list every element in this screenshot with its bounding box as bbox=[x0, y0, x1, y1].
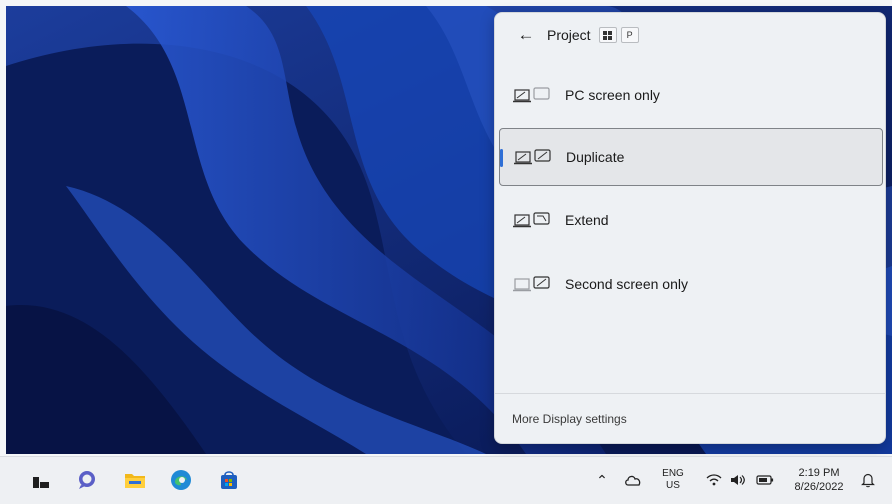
onedrive-icon[interactable] bbox=[622, 465, 644, 495]
windows-key-icon bbox=[598, 27, 617, 43]
clock-time: 2:19 PM bbox=[798, 467, 840, 479]
store-icon[interactable] bbox=[216, 467, 242, 493]
language-region: US bbox=[666, 480, 680, 491]
file-explorer-icon[interactable] bbox=[122, 467, 148, 493]
option-label: Second screen only bbox=[565, 276, 688, 292]
flyout-footer: More Display settings bbox=[495, 393, 885, 443]
start-icon[interactable] bbox=[28, 467, 54, 493]
pc-screen-only-icon bbox=[513, 87, 550, 103]
project-flyout: ← Project P PC screen only Duplicate Ext… bbox=[494, 12, 886, 444]
option-label: Extend bbox=[565, 212, 609, 228]
extend-icon bbox=[513, 212, 550, 228]
flyout-title: Project bbox=[547, 27, 591, 43]
option-second-screen-only[interactable]: Second screen only bbox=[499, 255, 883, 313]
language-code: ENG bbox=[662, 468, 684, 479]
back-arrow-icon[interactable]: ← bbox=[515, 24, 537, 46]
p-key-badge: P bbox=[620, 27, 639, 43]
chevron-up-icon[interactable]: ⌃ bbox=[592, 465, 612, 495]
battery-icon[interactable] bbox=[754, 465, 776, 495]
clock[interactable]: 2:19 PM 8/26/2022 bbox=[786, 465, 852, 495]
second-screen-only-icon bbox=[513, 276, 550, 292]
option-label: PC screen only bbox=[565, 87, 660, 103]
taskbar: ⌃ ENG US 2:19 PM 8/26/2022 bbox=[0, 456, 892, 504]
selection-indicator bbox=[500, 149, 503, 167]
wifi-icon[interactable] bbox=[704, 465, 724, 495]
edge-icon[interactable] bbox=[168, 467, 194, 493]
volume-icon[interactable] bbox=[728, 465, 748, 495]
option-pc-screen-only[interactable]: PC screen only bbox=[499, 66, 883, 124]
option-duplicate[interactable]: Duplicate bbox=[499, 128, 883, 186]
clock-date: 8/26/2022 bbox=[794, 481, 844, 493]
more-display-settings-link[interactable]: More Display settings bbox=[512, 412, 627, 426]
chat-icon[interactable] bbox=[74, 467, 100, 493]
duplicate-icon bbox=[514, 149, 551, 165]
option-extend[interactable]: Extend bbox=[499, 191, 883, 249]
notification-icon[interactable] bbox=[858, 465, 878, 495]
flyout-header: ← Project P bbox=[495, 13, 885, 57]
language-indicator[interactable]: ENG US bbox=[656, 465, 690, 495]
option-label: Duplicate bbox=[566, 149, 625, 165]
